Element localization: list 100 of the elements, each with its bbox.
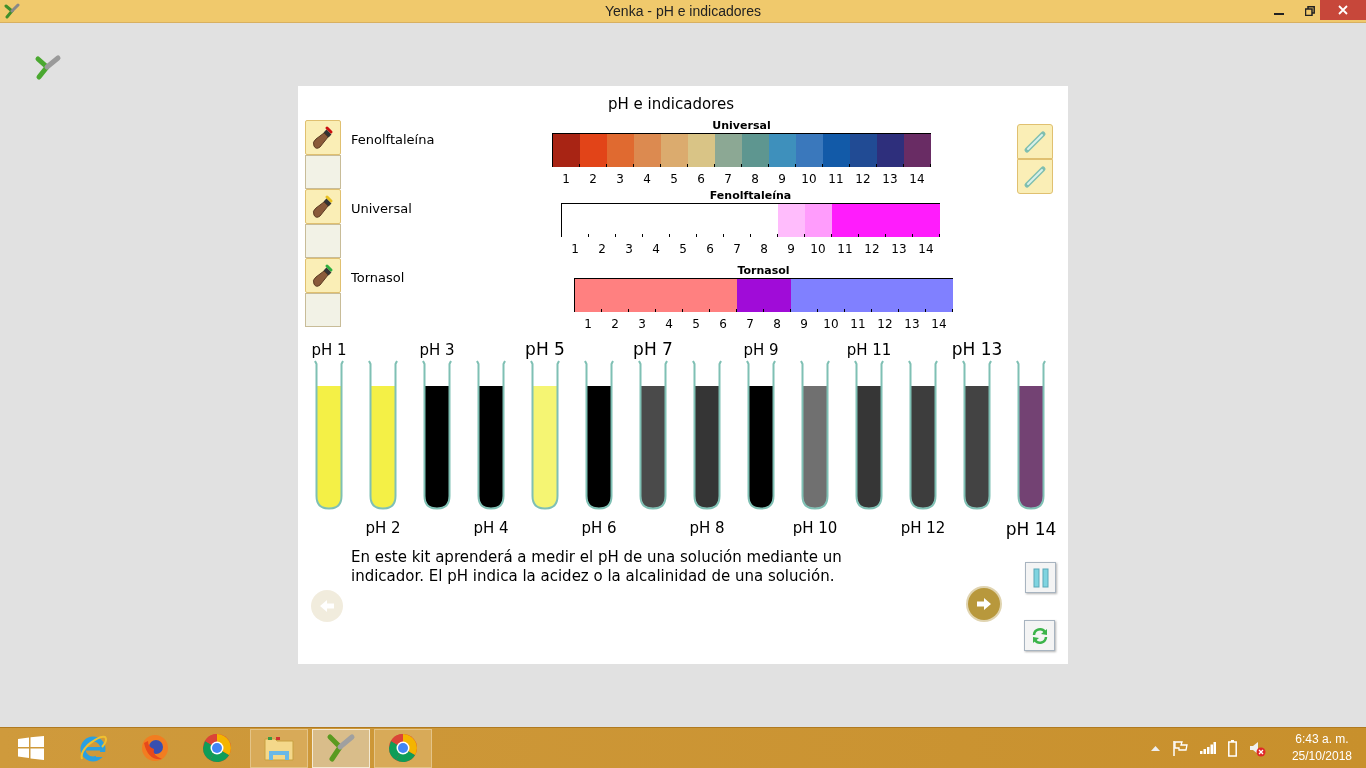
right-arrow-icon: [976, 597, 992, 611]
tube-label: pH 11: [846, 340, 892, 360]
tube-label: pH 6: [581, 518, 617, 538]
scale-label: 5: [670, 171, 678, 187]
tube-label: pH 10: [792, 518, 838, 538]
tube-label: pH 2: [365, 518, 401, 538]
chrome-logo-icon: [388, 733, 418, 763]
scale-label: 2: [611, 316, 619, 332]
scale-title: Fenolftaleína: [709, 189, 792, 203]
scale-label: 6: [719, 316, 727, 332]
battery-icon[interactable]: [1227, 739, 1237, 757]
signal-icon[interactable]: [1199, 742, 1216, 754]
scale-label: 5: [692, 316, 700, 332]
scale-label: 7: [746, 316, 754, 332]
scale-label: 12: [864, 241, 880, 257]
scale-label: 10: [810, 241, 826, 257]
caret-up-icon[interactable]: [1150, 745, 1160, 751]
scale-label: 3: [625, 241, 633, 257]
scale-label: 12: [877, 316, 893, 332]
windows-logo-icon: [18, 736, 44, 760]
desktop-logo-icon[interactable]: [34, 54, 62, 82]
test-tube-button[interactable]: [1017, 159, 1053, 194]
panel-title: pH e indicadores: [607, 94, 735, 115]
scale-label: 14: [909, 171, 925, 187]
scale-label: 13: [891, 241, 907, 257]
scale-label: 8: [773, 316, 781, 332]
scale-label: 3: [638, 316, 646, 332]
indicator-label: Universal: [351, 200, 412, 218]
scale-title: Tornasol: [737, 264, 790, 278]
scale-label: 11: [850, 316, 866, 332]
indicator-button[interactable]: [305, 189, 341, 224]
left-arrow-icon: [319, 599, 335, 613]
close-icon: [1338, 5, 1348, 15]
clock-time[interactable]: 6:43 a. m.: [1295, 731, 1349, 748]
scale-label: 9: [787, 241, 795, 257]
e-logo-icon: [78, 733, 108, 763]
clock-date[interactable]: 25/10/2018: [1291, 748, 1352, 765]
scale-label: 1: [584, 316, 592, 332]
tube-label: pH 7: [633, 338, 673, 360]
scale-label: 8: [751, 171, 759, 187]
scale-label: 5: [679, 241, 687, 257]
indicator-button[interactable]: [305, 258, 341, 293]
taskbar-app-button[interactable]: [250, 728, 308, 768]
yenka-logo-icon: [326, 732, 356, 764]
pause-icon: [1032, 567, 1049, 588]
scale-label: 3: [616, 171, 624, 187]
tube-label: pH 8: [689, 518, 725, 538]
tube-label: pH 1: [311, 340, 347, 360]
test-tube-icon: [1022, 163, 1048, 190]
scale-label: 12: [855, 171, 871, 187]
window-title: Yenka - pH e indicadores: [605, 1, 761, 21]
close-button[interactable]: [1320, 0, 1366, 20]
pause-button[interactable]: [1025, 562, 1056, 593]
tube-label: pH 14: [1005, 518, 1057, 540]
scale-label: 14: [931, 316, 947, 332]
forward-button[interactable]: [968, 588, 1000, 620]
tube-label: pH 4: [473, 518, 509, 538]
indicator-button[interactable]: [305, 120, 341, 155]
indicator-slot: [305, 293, 341, 327]
scale-label: 14: [918, 241, 934, 257]
indicator-label: Fenolftaleína: [351, 131, 435, 149]
scale-label: 6: [697, 171, 705, 187]
tube-label: pH 5: [525, 338, 565, 360]
description-text: En este kit aprenderá a medir el pH de una solución mediante un indicador. El pH indica la acidez o la alcalinidad de una solución.: [351, 548, 843, 586]
scale-label: 9: [778, 171, 786, 187]
fox-globe-icon: [140, 733, 170, 763]
scale-label: 1: [571, 241, 579, 257]
taskbar-app-button[interactable]: [374, 728, 432, 768]
scale-label: 11: [837, 241, 853, 257]
chrome-logo-icon: [202, 733, 232, 763]
scale-title: Universal: [712, 119, 771, 133]
flag-icon[interactable]: [1171, 739, 1188, 757]
scale-label: 7: [733, 241, 741, 257]
scale-label: 10: [823, 316, 839, 332]
scale-label: 6: [706, 241, 714, 257]
app-logo-icon: [4, 3, 20, 19]
tube-label: pH 12: [900, 518, 946, 538]
speaker-muted-icon[interactable]: [1248, 739, 1266, 757]
scale-label: 4: [665, 316, 673, 332]
scale-label: 7: [724, 171, 732, 187]
scale-label: 1: [562, 171, 570, 187]
scale-label: 4: [643, 171, 651, 187]
tube-label: pH 9: [743, 340, 779, 360]
test-tube-icon: [1022, 128, 1048, 155]
scale-label: 10: [801, 171, 817, 187]
scale-label: 8: [760, 241, 768, 257]
refresh-button[interactable]: [1024, 620, 1055, 651]
scale-label: 4: [652, 241, 660, 257]
restore-icon: [1304, 6, 1315, 16]
scale-label: 2: [589, 171, 597, 187]
tube-label: pH 3: [419, 340, 455, 360]
indicator-slot: [305, 224, 341, 258]
scale-label: 13: [904, 316, 920, 332]
scale-label: 13: [882, 171, 898, 187]
scale-label: 9: [800, 316, 808, 332]
scale-label: 2: [598, 241, 606, 257]
indicator-label: Tornasol: [351, 269, 405, 287]
test-tube-button[interactable]: [1017, 124, 1053, 159]
scale-label: 11: [828, 171, 844, 187]
tube-label: pH 13: [951, 338, 1003, 360]
